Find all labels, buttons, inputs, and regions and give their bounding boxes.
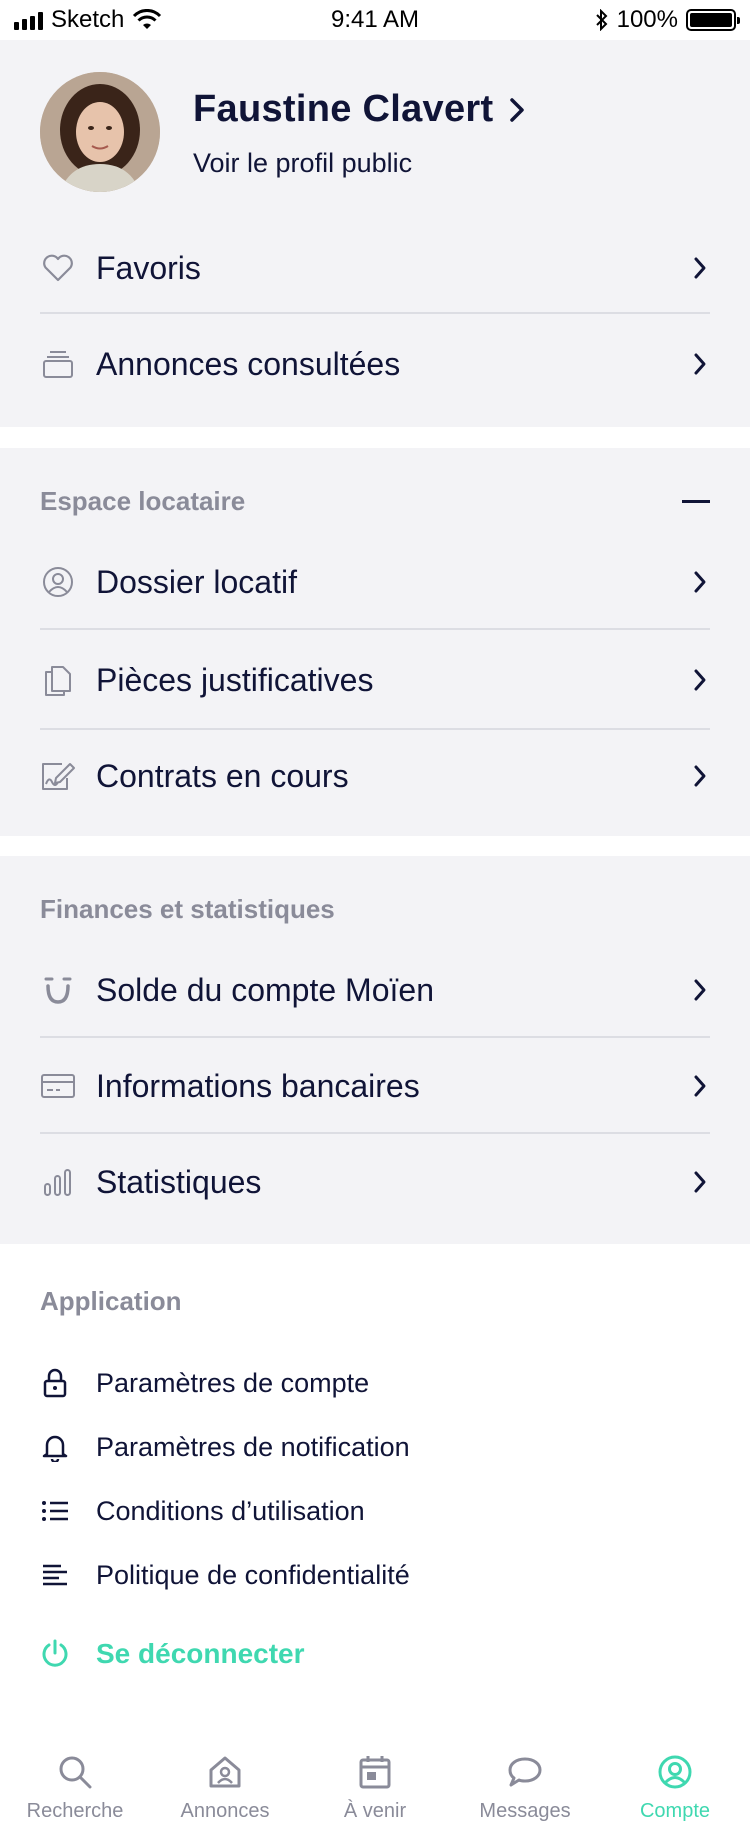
heart-icon xyxy=(40,250,76,286)
bluetooth-icon xyxy=(595,9,608,31)
avatar[interactable] xyxy=(40,72,160,192)
tab-account-label: Compte xyxy=(639,1800,711,1822)
tab-search-label: Recherche xyxy=(26,1800,124,1822)
chevron-right-icon xyxy=(690,1168,710,1196)
calendar-icon xyxy=(355,1752,395,1792)
moien-logo-icon xyxy=(40,972,76,1008)
viewed-listings-row[interactable]: Annonces consultées xyxy=(40,316,710,412)
privacy-row[interactable]: Politique de confidentialité xyxy=(40,1547,710,1603)
bank-info-row[interactable]: Informations bancaires xyxy=(40,1038,710,1134)
tab-messages[interactable]: Messages xyxy=(450,1744,600,1840)
terms-row[interactable]: Conditions d’utilisation xyxy=(40,1483,710,1539)
tab-upcoming[interactable]: À venir xyxy=(300,1744,450,1840)
tenant-section: Espace locataire Dossier locatif Pièces … xyxy=(0,448,750,836)
credit-card-icon xyxy=(40,1068,76,1104)
contracts-label: Contrats en cours xyxy=(96,757,349,794)
power-icon xyxy=(40,1639,70,1669)
list-icon xyxy=(40,1496,70,1526)
moien-balance-row[interactable]: Solde du compte Moïen xyxy=(40,942,710,1038)
tab-search[interactable]: Recherche xyxy=(0,1744,150,1840)
chevron-right-icon xyxy=(690,568,710,596)
viewed-listings-label: Annonces consultées xyxy=(96,345,401,382)
moien-balance-label: Solde du compte Moïen xyxy=(96,971,434,1008)
public-profile-link[interactable]: Voir le profil public xyxy=(193,148,412,179)
account-settings-label: Paramètres de compte xyxy=(96,1367,370,1398)
favorites-row[interactable]: Favoris xyxy=(40,220,710,316)
contract-icon xyxy=(40,758,76,794)
finance-section-title: Finances et statistiques xyxy=(40,894,335,924)
chevron-right-icon xyxy=(690,350,710,378)
application-section-title: Application xyxy=(40,1286,182,1316)
account-icon xyxy=(655,1752,695,1792)
chevron-right-icon xyxy=(690,762,710,790)
profile-section: Faustine Clavert Voir le profil public F… xyxy=(0,40,750,427)
divider xyxy=(40,312,710,314)
favorites-label: Favoris xyxy=(96,249,201,286)
user-circle-icon xyxy=(40,564,76,600)
bell-icon xyxy=(40,1432,70,1462)
search-icon xyxy=(55,1752,95,1792)
text-lines-icon xyxy=(40,1560,70,1590)
contracts-row[interactable]: Contrats en cours xyxy=(40,728,710,824)
finance-section: Finances et statistiques Solde du compte… xyxy=(0,856,750,1244)
bank-info-label: Informations bancaires xyxy=(96,1067,420,1104)
tab-account[interactable]: Compte xyxy=(600,1744,750,1840)
statistics-label: Statistiques xyxy=(96,1163,262,1200)
bar-chart-icon xyxy=(40,1164,76,1200)
rental-file-row[interactable]: Dossier locatif xyxy=(40,534,710,630)
documents-label: Pièces justificatives xyxy=(96,661,374,698)
account-settings-row[interactable]: Paramètres de compte xyxy=(40,1355,710,1411)
chevron-right-icon xyxy=(510,97,525,122)
battery-percent: 100% xyxy=(616,6,678,33)
chevron-right-icon xyxy=(690,254,710,282)
application-section: Application Paramètres de compte Paramèt… xyxy=(0,1244,750,1744)
battery-icon xyxy=(686,9,740,31)
rental-file-label: Dossier locatif xyxy=(96,563,297,600)
chevron-right-icon xyxy=(690,666,710,694)
tenant-section-title: Espace locataire xyxy=(40,486,246,516)
house-icon xyxy=(205,1752,245,1792)
divider xyxy=(40,628,710,630)
terms-label: Conditions d’utilisation xyxy=(96,1495,365,1526)
profile-name: Faustine Clavert xyxy=(193,88,494,130)
chat-icon xyxy=(505,1752,545,1792)
profile-name-link[interactable]: Faustine Clavert xyxy=(193,88,525,131)
privacy-label: Politique de confidentialité xyxy=(96,1559,410,1590)
notification-settings-row[interactable]: Paramètres de notification xyxy=(40,1419,710,1475)
statistics-row[interactable]: Statistiques xyxy=(40,1134,710,1230)
notification-settings-label: Paramètres de notification xyxy=(96,1431,410,1462)
chevron-right-icon xyxy=(690,1072,710,1100)
logout-label: Se déconnecter xyxy=(96,1638,305,1669)
collapse-icon[interactable] xyxy=(682,500,710,503)
logout-button[interactable]: Se déconnecter xyxy=(40,1626,710,1682)
status-bar: Sketch 9:41 AM 100% xyxy=(0,0,750,40)
chevron-right-icon xyxy=(690,976,710,1004)
tab-upcoming-label: À venir xyxy=(343,1800,407,1822)
tab-listings-label: Annonces xyxy=(180,1800,270,1822)
tab-bar: Recherche Annonces À venir Messages Comp… xyxy=(0,1744,750,1840)
tab-listings[interactable]: Annonces xyxy=(150,1744,300,1840)
status-right: 100% xyxy=(595,6,740,34)
tab-messages-label: Messages xyxy=(479,1800,571,1822)
documents-icon xyxy=(40,662,76,698)
documents-row[interactable]: Pièces justificatives xyxy=(40,632,710,728)
stack-icon xyxy=(40,346,76,382)
lock-icon xyxy=(40,1368,70,1398)
